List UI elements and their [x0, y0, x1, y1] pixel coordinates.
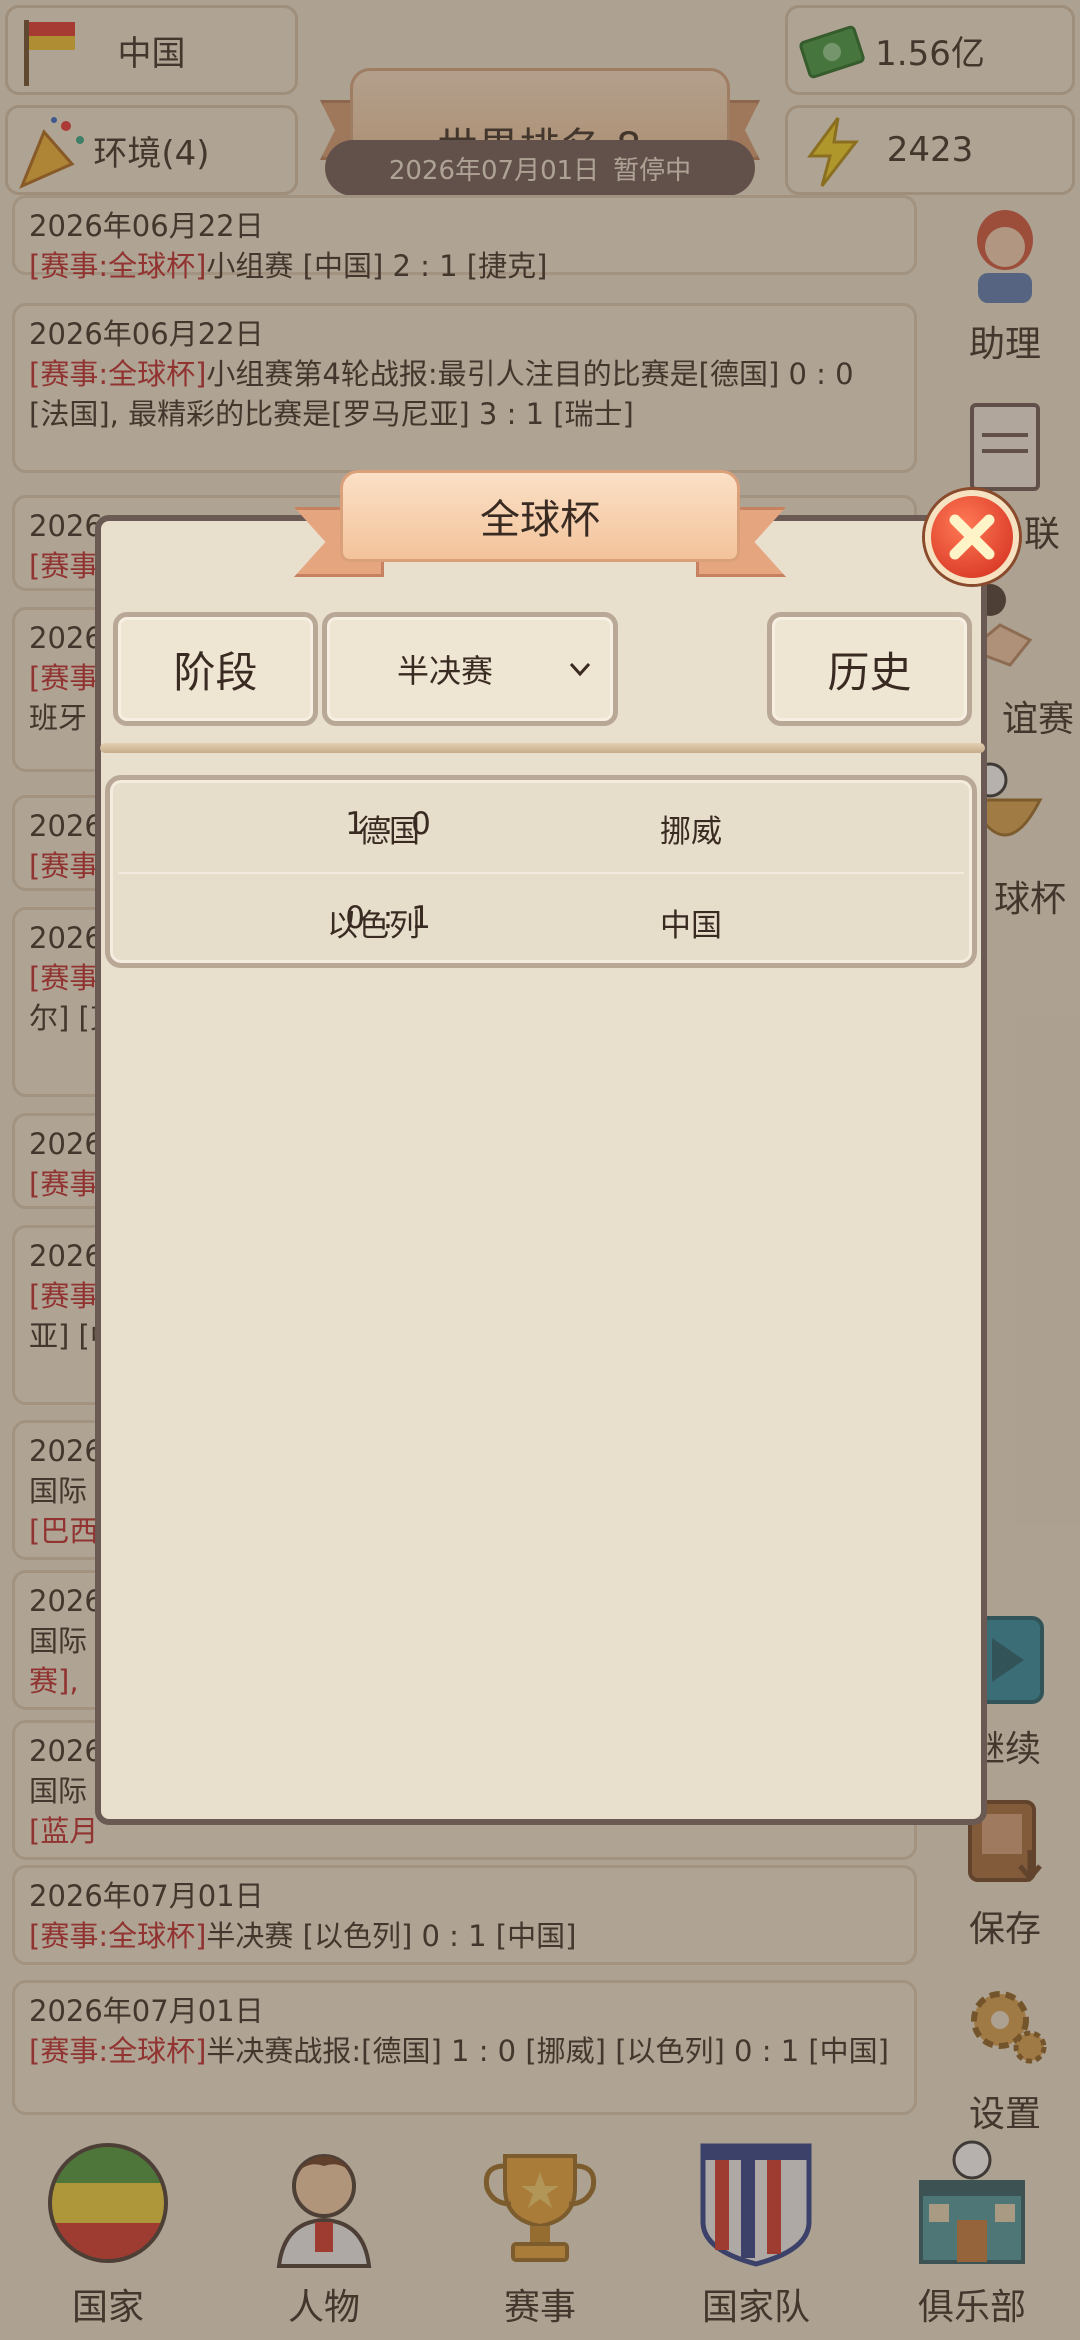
stage-button[interactable]: 阶段	[113, 612, 318, 726]
away-team: 中国	[660, 908, 722, 944]
away-team: 挪威	[660, 814, 722, 850]
match-row[interactable]: 德国 1 : 0 挪威	[110, 780, 972, 874]
dialog-title: 全球杯	[340, 470, 740, 562]
stage-select-value: 半决赛	[397, 652, 494, 690]
match-score: 0 : 1	[345, 900, 435, 936]
dialog-title-banner: 全球杯	[294, 462, 786, 592]
chevron-down-icon	[569, 662, 591, 677]
stage-select[interactable]: 半决赛	[322, 612, 618, 726]
match-list: 德国 1 : 0 挪威 以色列 0 : 1 中国	[105, 775, 977, 968]
history-button[interactable]: 历史	[767, 612, 972, 726]
dialog-divider	[100, 743, 985, 753]
close-button[interactable]	[925, 490, 1019, 584]
match-score: 1 : 0	[345, 806, 435, 842]
close-icon	[949, 514, 995, 560]
match-row[interactable]: 以色列 0 : 1 中国	[110, 874, 972, 966]
